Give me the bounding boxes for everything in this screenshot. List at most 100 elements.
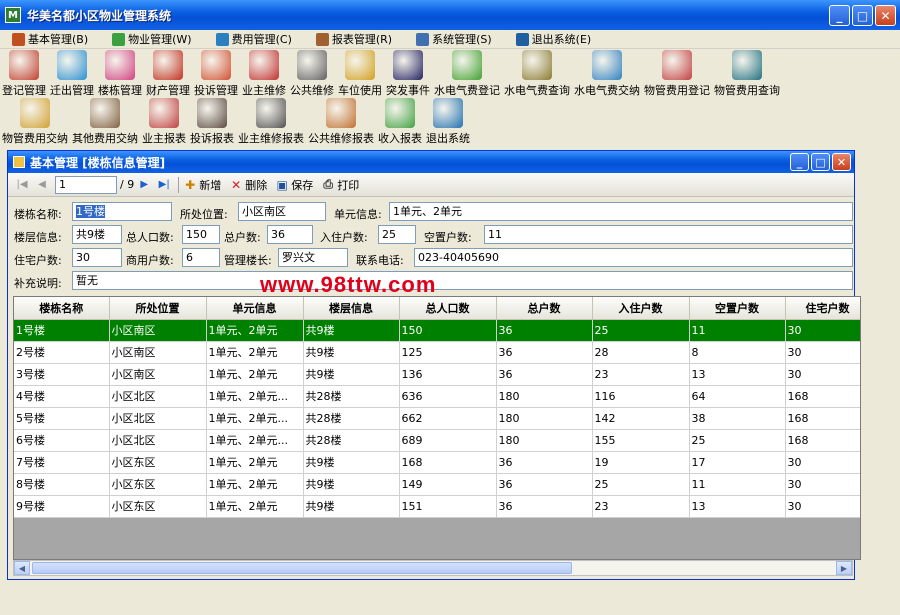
toolbar-button-repair-report[interactable]: 业主维修报表 xyxy=(236,98,306,146)
toolbar-button-other-fee[interactable]: 其他费用交纳 xyxy=(70,98,140,146)
table-cell[interactable]: 小区东区 xyxy=(109,473,207,496)
toolbar-button-income-report[interactable]: 收入报表 xyxy=(376,98,424,146)
table-cell[interactable]: 8号楼 xyxy=(14,473,110,496)
table-cell[interactable]: 6号楼 xyxy=(14,429,110,452)
table-cell[interactable]: 38 xyxy=(689,407,786,430)
menu-item-0[interactable]: 基本管理(B) xyxy=(12,31,88,47)
print-button[interactable]: ⎙ 打印 xyxy=(321,177,359,193)
table-cell[interactable]: 1单元、2单元... xyxy=(206,429,304,452)
table-cell[interactable]: 28 xyxy=(592,341,690,364)
toolbar-button-complaint[interactable]: 投诉管理 xyxy=(192,50,240,98)
column-header[interactable]: 楼栋名称 xyxy=(14,297,110,320)
table-row[interactable]: 3号楼 小区南区 1单元、2单元 共9楼 136 36 23 13 30 xyxy=(14,363,860,386)
table-cell[interactable]: 19 xyxy=(592,451,690,474)
table-cell[interactable]: 小区东区 xyxy=(109,495,207,518)
table-cell[interactable]: 168 xyxy=(785,429,860,452)
table-row[interactable]: 8号楼 小区东区 1单元、2单元 共9楼 149 36 25 11 30 xyxy=(14,473,860,496)
column-header[interactable]: 入住户数 xyxy=(592,297,690,320)
table-cell[interactable]: 1号楼 xyxy=(14,319,110,342)
table-cell[interactable]: 116 xyxy=(592,385,690,408)
table-cell[interactable]: 155 xyxy=(592,429,690,452)
table-cell[interactable]: 168 xyxy=(399,451,497,474)
table-cell[interactable]: 30 xyxy=(785,363,860,386)
table-cell[interactable]: 共28楼 xyxy=(303,429,400,452)
table-cell[interactable]: 25 xyxy=(592,473,690,496)
table-cell[interactable]: 149 xyxy=(399,473,497,496)
table-row[interactable]: 7号楼 小区东区 1单元、2单元 共9楼 168 36 19 17 30 xyxy=(14,451,860,474)
toolbar-button-truck[interactable]: 车位使用 xyxy=(336,50,384,98)
menu-item-5[interactable]: 退出系统(E) xyxy=(515,31,591,47)
horizontal-scrollbar[interactable]: ◀ ▶ xyxy=(13,560,853,576)
table-cell[interactable]: 1单元、2单元... xyxy=(206,407,304,430)
table-cell[interactable]: 30 xyxy=(785,451,860,474)
column-header[interactable]: 空置户数 xyxy=(689,297,786,320)
table-cell[interactable]: 142 xyxy=(592,407,690,430)
table-cell[interactable]: 180 xyxy=(496,407,593,430)
toolbar-button-fee-register[interactable]: 物管费用登记 xyxy=(642,50,712,98)
commercial-field[interactable]: 6 xyxy=(182,248,220,267)
table-cell[interactable]: 9号楼 xyxy=(14,495,110,518)
phone-field[interactable]: 023-40405690 xyxy=(414,248,853,267)
toolbar-button-moveout[interactable]: 迁出管理 xyxy=(48,50,96,98)
sub-minimize-button[interactable]: _ xyxy=(790,153,809,171)
table-cell[interactable]: 3号楼 xyxy=(14,363,110,386)
column-header[interactable]: 住宅户数 xyxy=(785,297,860,320)
table-cell[interactable]: 36 xyxy=(496,495,593,518)
manager-field[interactable]: 罗兴文 xyxy=(278,248,348,267)
maximize-button[interactable]: □ xyxy=(852,5,873,26)
table-cell[interactable]: 151 xyxy=(399,495,497,518)
table-cell[interactable]: 689 xyxy=(399,429,497,452)
unit-field[interactable]: 1单元、2单元 xyxy=(389,202,853,221)
table-cell[interactable]: 23 xyxy=(592,495,690,518)
table-cell[interactable]: 1单元、2单元 xyxy=(206,451,304,474)
table-cell[interactable]: 2号楼 xyxy=(14,341,110,364)
toolbar-button-meter[interactable]: 水电气费登记 xyxy=(432,50,502,98)
table-cell[interactable]: 11 xyxy=(689,473,786,496)
table-cell[interactable]: 1单元、2单元 xyxy=(206,363,304,386)
toolbar-button-exit[interactable]: 退出系统 xyxy=(424,98,472,146)
sub-close-button[interactable]: ✕ xyxy=(832,153,851,171)
table-row[interactable]: 6号楼 小区北区 1单元、2单元... 共28楼 689 180 155 25 168 xyxy=(14,429,860,452)
toolbar-button-register[interactable]: 登记管理 xyxy=(0,50,48,98)
table-cell[interactable]: 共28楼 xyxy=(303,407,400,430)
next-record-button[interactable]: ▶ xyxy=(134,176,154,194)
toolbar-button-pay-meter[interactable]: 水电气费交纳 xyxy=(572,50,642,98)
table-cell[interactable]: 共9楼 xyxy=(303,495,400,518)
table-cell[interactable]: 25 xyxy=(592,319,690,342)
toolbar-button-wrench[interactable]: 公共维修 xyxy=(288,50,336,98)
residential-field[interactable]: 30 xyxy=(72,248,122,267)
table-row[interactable]: 1号楼 小区南区 1单元、2单元 共9楼 150 36 25 11 30 xyxy=(14,319,860,342)
table-cell[interactable]: 11 xyxy=(689,319,786,342)
table-cell[interactable]: 7号楼 xyxy=(14,451,110,474)
table-cell[interactable]: 36 xyxy=(496,341,593,364)
table-cell[interactable]: 共28楼 xyxy=(303,385,400,408)
table-cell[interactable]: 17 xyxy=(689,451,786,474)
table-cell[interactable]: 23 xyxy=(592,363,690,386)
table-cell[interactable]: 共9楼 xyxy=(303,319,400,342)
table-cell[interactable]: 1单元、2单元 xyxy=(206,319,304,342)
toolbar-button-public-report[interactable]: 公共维修报表 xyxy=(306,98,376,146)
delete-button[interactable]: ✕ 删除 xyxy=(229,177,267,193)
table-cell[interactable]: 共9楼 xyxy=(303,451,400,474)
note-field[interactable]: 暂无 xyxy=(72,271,853,290)
close-button[interactable]: ✕ xyxy=(875,5,896,26)
table-cell[interactable]: 36 xyxy=(496,319,593,342)
table-cell[interactable]: 136 xyxy=(399,363,497,386)
toolbar-button-complaint-report[interactable]: 投诉报表 xyxy=(188,98,236,146)
column-header[interactable]: 单元信息 xyxy=(206,297,304,320)
table-cell[interactable]: 1单元、2单元... xyxy=(206,385,304,408)
table-cell[interactable]: 662 xyxy=(399,407,497,430)
table-cell[interactable]: 小区南区 xyxy=(109,319,207,342)
table-cell[interactable]: 30 xyxy=(785,473,860,496)
vacant-field[interactable]: 11 xyxy=(484,225,853,244)
table-cell[interactable]: 168 xyxy=(785,385,860,408)
record-position-input[interactable]: 1 xyxy=(55,175,117,194)
table-row[interactable]: 4号楼 小区北区 1单元、2单元... 共28楼 636 180 116 64 168 xyxy=(14,385,860,408)
toolbar-button-tools[interactable]: 业主维修 xyxy=(240,50,288,98)
sub-maximize-button[interactable]: □ xyxy=(811,153,830,171)
column-header[interactable]: 所处位置 xyxy=(109,297,207,320)
table-cell[interactable]: 共9楼 xyxy=(303,363,400,386)
table-cell[interactable]: 8 xyxy=(689,341,786,364)
table-cell[interactable]: 小区北区 xyxy=(109,407,207,430)
table-cell[interactable]: 125 xyxy=(399,341,497,364)
